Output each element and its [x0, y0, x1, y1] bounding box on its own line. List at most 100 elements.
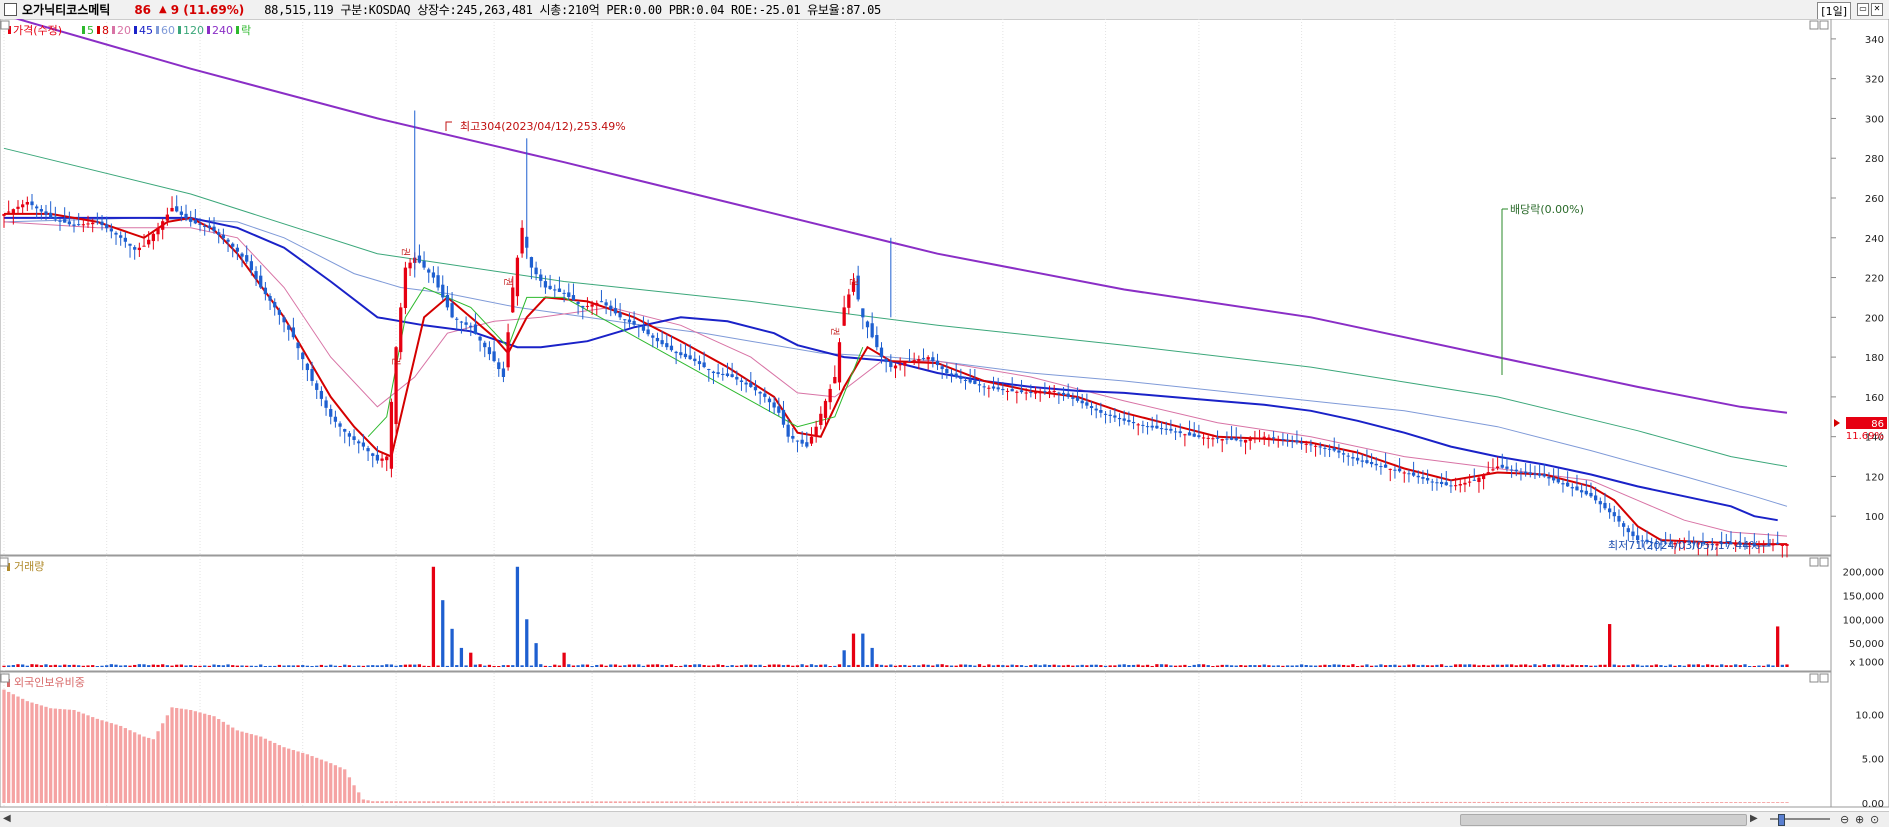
candle-down	[436, 275, 440, 288]
close-icon[interactable]: ✕	[1871, 3, 1883, 16]
foreign-bar	[147, 737, 151, 803]
volume-bar	[1248, 665, 1252, 667]
select-checkbox[interactable]	[4, 3, 17, 16]
volume-bar	[1187, 665, 1192, 667]
volume-bar	[1453, 664, 1458, 667]
foreign-bar	[982, 801, 986, 803]
candle-down	[632, 321, 636, 325]
volume-bar	[1528, 665, 1532, 667]
foreign-bar	[1425, 801, 1430, 803]
foreign-bar	[1654, 802, 1658, 803]
volume-bar	[884, 665, 888, 667]
candle-down	[1229, 437, 1234, 440]
candle-up	[1211, 438, 1215, 440]
zoom-reset-icon[interactable]: ⊙	[1870, 813, 1879, 826]
volume-bar	[1668, 664, 1672, 667]
legend-marker	[156, 26, 159, 34]
volume-bar	[1486, 665, 1490, 667]
candle-up	[1015, 391, 1019, 393]
candle-down	[133, 247, 137, 250]
candle-up	[506, 332, 510, 368]
candle-up	[16, 206, 20, 209]
y-tick-label: 320	[1865, 75, 1884, 86]
foreign-bar	[1636, 802, 1640, 803]
volume-bar	[595, 664, 599, 667]
foreign-bar	[1421, 801, 1425, 803]
foreign-bar	[870, 801, 874, 803]
horizontal-scrollbar[interactable]: ◀ ▶ ⊖ ⊕ ⊙	[0, 811, 1889, 827]
candle-down	[1103, 413, 1108, 415]
volume-bar	[1617, 665, 1621, 667]
volume-bar	[1234, 665, 1238, 667]
foreign-bar	[1211, 801, 1215, 803]
foreign-bar	[1467, 801, 1472, 803]
candle-down	[683, 353, 688, 358]
candle-down	[1290, 440, 1294, 442]
candle-up	[520, 227, 524, 254]
candle-down	[235, 247, 240, 252]
zoom-out-icon[interactable]: ⊖	[1840, 813, 1849, 826]
volume-bar	[763, 666, 767, 667]
foreign-bar	[81, 713, 85, 803]
volume-bar	[767, 664, 772, 667]
candle-down	[1299, 442, 1304, 444]
candle-down	[1341, 453, 1346, 455]
volume-bar	[109, 664, 113, 667]
chart-area[interactable]: 권권권권권 200,000150,000100,00050,000x 1000 …	[0, 19, 1889, 812]
volume-bar	[1734, 664, 1738, 667]
volume-bar	[1001, 665, 1005, 667]
volume-bar	[1085, 665, 1089, 667]
foreign-bar	[814, 801, 818, 803]
foreign-bar	[1253, 801, 1257, 803]
period-button[interactable]: [1일]	[1817, 2, 1851, 20]
volume-bar	[137, 664, 141, 667]
candle-up	[912, 360, 916, 362]
scroll-right-icon[interactable]: ▶	[1750, 813, 1758, 824]
volume-bar	[445, 665, 450, 667]
candle-down	[940, 366, 944, 370]
volume-bar	[77, 665, 81, 667]
candle-up	[1463, 482, 1467, 485]
volume-bar	[501, 665, 506, 667]
foreign-bar	[1215, 801, 1220, 803]
foreign-bar	[1122, 801, 1126, 803]
candle-down	[184, 213, 188, 219]
foreign-bar	[1397, 801, 1402, 803]
scroll-thumb[interactable]	[1460, 814, 1747, 826]
volume-bar	[1477, 665, 1481, 667]
candle-down	[1061, 392, 1066, 395]
candle-down	[1019, 390, 1024, 393]
candle-up	[819, 413, 823, 425]
foreign-bar	[1706, 802, 1710, 803]
foreign-bar	[30, 702, 34, 803]
volume-bar	[543, 665, 548, 667]
foreign-bar	[301, 752, 305, 803]
foreign-bar	[1262, 801, 1266, 803]
volume-bar	[1673, 665, 1677, 667]
foreign-bar	[427, 801, 431, 803]
candle-down	[30, 201, 34, 206]
candle-down	[352, 436, 356, 440]
foreign-bar	[333, 765, 338, 803]
candle-down	[1514, 469, 1518, 472]
foreign-bar	[604, 801, 608, 803]
volume-bar	[805, 665, 809, 667]
zoom-in-icon[interactable]: ⊕	[1855, 813, 1864, 826]
minimize-icon[interactable]: ▭	[1857, 3, 1869, 16]
zoom-slider-knob[interactable]	[1778, 814, 1785, 826]
candle-up	[1262, 436, 1266, 438]
foreign-bar	[562, 801, 566, 803]
candle-down	[72, 224, 76, 226]
candle-down	[1155, 425, 1159, 429]
volume-bar	[142, 664, 146, 667]
candle-down	[501, 368, 506, 377]
candle-up	[837, 342, 842, 383]
foreign-bar	[1407, 801, 1411, 803]
volume-bar	[1449, 665, 1453, 667]
volume-bar	[184, 665, 188, 667]
legend-label: 120	[183, 24, 204, 37]
candle-up	[814, 426, 818, 437]
foreign-tick-label: 10.00	[1855, 710, 1884, 721]
foreign-bar	[1005, 801, 1010, 803]
scroll-left-icon[interactable]: ◀	[3, 813, 11, 824]
